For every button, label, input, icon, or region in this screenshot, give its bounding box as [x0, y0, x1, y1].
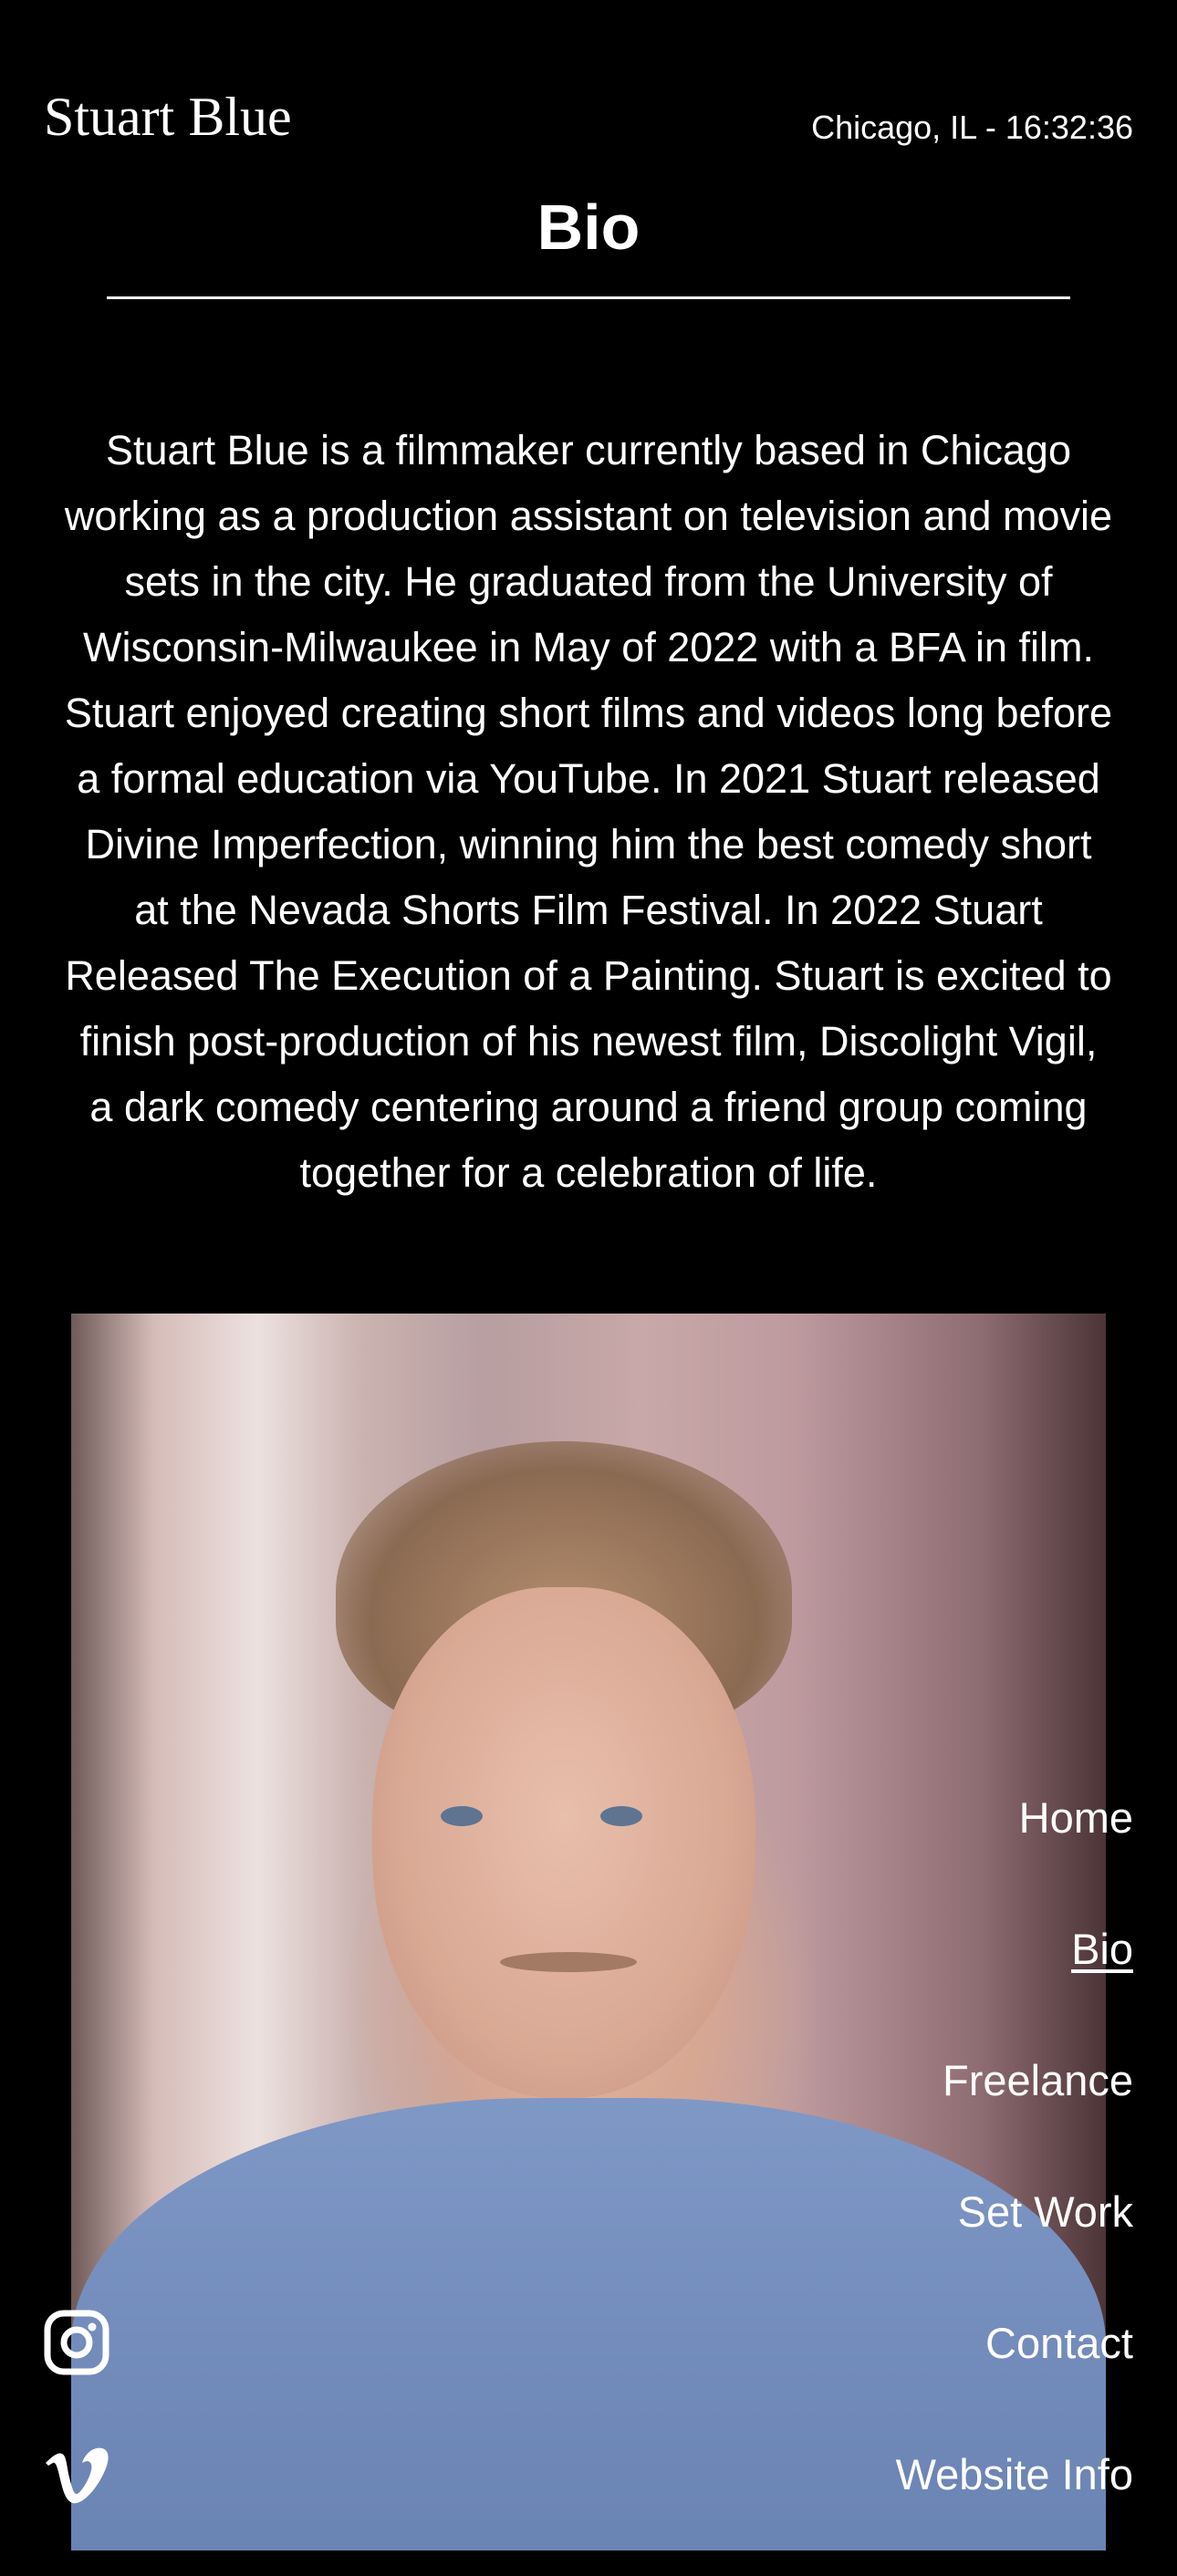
title-divider	[107, 296, 1070, 299]
nav-link-bio[interactable]: Bio	[1071, 1925, 1133, 1973]
location-clock: Chicago, IL - 16:32:36	[811, 109, 1133, 146]
nav-link-home[interactable]: Home	[1019, 1793, 1133, 1842]
nav-item-set-work: Set Work	[586, 2182, 1133, 2313]
nav-link-website-info[interactable]: Website Info	[896, 2450, 1133, 2498]
vimeo-icon[interactable]	[44, 2446, 109, 2505]
instagram-icon[interactable]	[44, 2310, 109, 2375]
nav-item-contact: Contact	[586, 2313, 1133, 2445]
photo-left-eye-shape	[441, 1806, 483, 1826]
nav-link-contact[interactable]: Contact	[985, 2319, 1133, 2367]
nav-item-home: Home	[586, 1788, 1133, 1919]
bio-paragraph: Stuart Blue is a filmmaker currently bas…	[64, 427, 1113, 1196]
nav-link-set-work[interactable]: Set Work	[958, 2187, 1133, 2236]
nav-link-freelance[interactable]: Freelance	[943, 2056, 1133, 2104]
nav-item-freelance: Freelance	[586, 2051, 1133, 2182]
main-nav: Home Bio Freelance Set Work Contact Webs…	[586, 1788, 1133, 2576]
site-title-link[interactable]: Stuart Blue	[44, 89, 292, 144]
nav-item-website-info: Website Info	[586, 2445, 1133, 2576]
page-title: Bio	[536, 192, 641, 263]
nav-item-bio: Bio	[586, 1919, 1133, 2051]
